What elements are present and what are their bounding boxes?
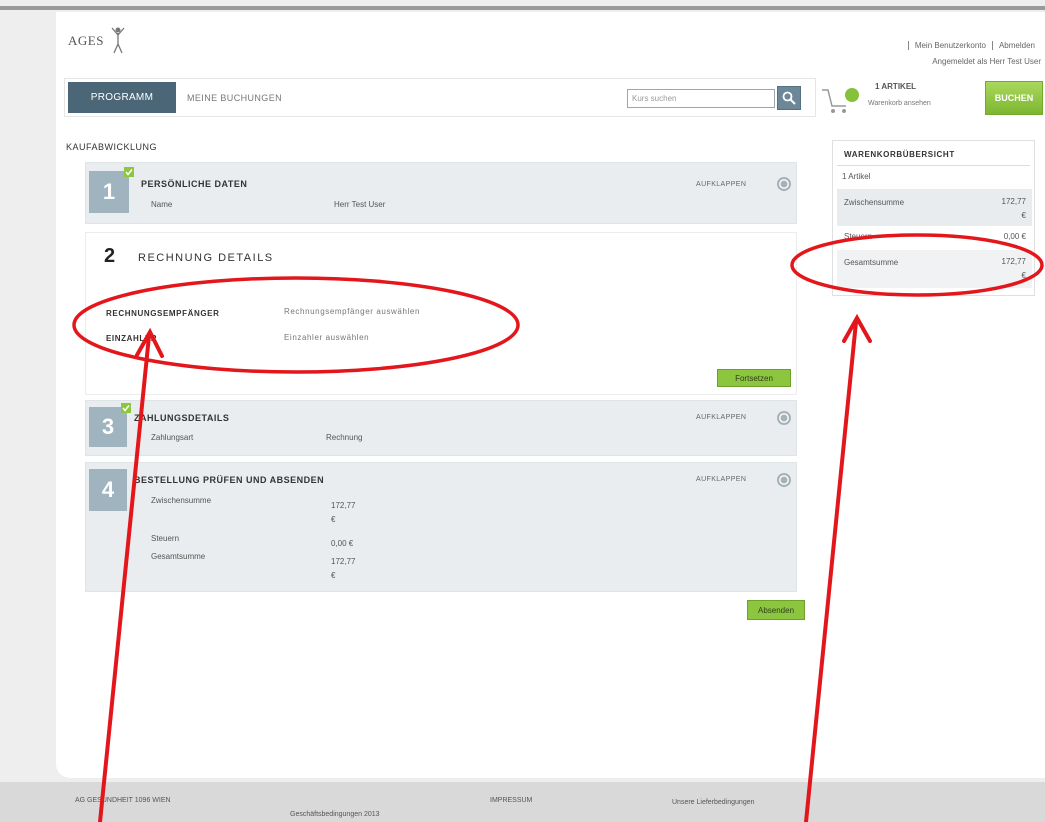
tax-value: 0,00 € (331, 539, 354, 548)
expand-toggle-label[interactable]: AUFKLAPPEN (696, 181, 746, 188)
step-personal-data: 1 PERSÖNLICHE DATEN Name Herr Test User … (85, 162, 797, 224)
continue-button[interactable]: Fortsetzen (717, 369, 791, 387)
expand-icon[interactable] (776, 176, 792, 192)
payer-select[interactable]: Einzahler auswählen (284, 333, 369, 342)
page-footer: AG GESUNDHEIT 1096 WIEN IMPRESSUM Unsere… (0, 782, 1045, 822)
cart-summary-item-count: 1 Artikel (842, 172, 871, 181)
top-border-line (0, 6, 1045, 10)
check-icon (121, 403, 131, 413)
expand-icon[interactable] (776, 410, 792, 426)
footer-address: AG GESUNDHEIT 1096 WIEN (75, 797, 171, 804)
row-label: Zahlungsart (151, 433, 194, 442)
summary-value: 0,00 € (1003, 232, 1026, 241)
search-icon (782, 91, 796, 105)
payer-label: EINZAHLER (106, 334, 158, 343)
step-billing-details: 2 RECHNUNG DETAILS RECHNUNGSEMPFÄNGER Re… (85, 232, 797, 395)
expand-toggle-label[interactable]: AUFKLAPPEN (696, 476, 746, 483)
summary-row-subtotal: Zwischensumme 172,77 € (837, 189, 1032, 226)
total-value: 172,77 € (331, 557, 356, 580)
summary-row-total: Gesamtsumme 172,77 € (837, 250, 1032, 288)
my-bookings-link[interactable]: MEINE BUCHUNGEN (187, 93, 282, 103)
divider (837, 165, 1030, 166)
footer-imprint-link[interactable]: IMPRESSUM (490, 797, 532, 804)
logout-link[interactable]: Abmelden (991, 41, 1041, 50)
billing-recipient-select[interactable]: Rechnungsempfänger auswählen (284, 307, 420, 316)
step-title: RECHNUNG DETAILS (138, 252, 274, 264)
summary-row-tax: Steuern 0,00 € (837, 228, 1032, 248)
logo-figure-icon (111, 26, 125, 56)
subtotal-label: Zwischensumme (151, 496, 212, 505)
site-logo[interactable]: AGES (68, 33, 104, 49)
step-payment-details: 3 ZAHLUNGSDETAILS Zahlungsart Rechnung A… (85, 400, 797, 456)
cart-summary: WARENKORBÜBERSICHT 1 Artikel Zwischensum… (832, 140, 1035, 296)
expand-toggle-label[interactable]: AUFKLAPPEN (696, 414, 746, 421)
step-number: 1 (102, 179, 116, 204)
footer-terms-link[interactable]: Unsere Lieferbedingungen (672, 799, 755, 806)
step-review-and-submit: 4 BESTELLUNG PRÜFEN UND ABSENDEN Zwische… (85, 462, 797, 592)
summary-label: Zwischensumme (844, 198, 905, 207)
page-title: KAUFABWICKLUNG (66, 142, 158, 152)
account-links: Mein Benutzerkonto Abmelden (907, 41, 1041, 50)
cart-summary-title: WARENKORBÜBERSICHT (844, 150, 955, 159)
step-title: PERSÖNLICHE DATEN (141, 179, 248, 189)
tax-label: Steuern (151, 534, 180, 543)
cart-item-count: 1 ARTIKEL (875, 82, 917, 91)
step-number-badge: 3 (89, 407, 127, 447)
submit-order-button[interactable]: Absenden (747, 600, 805, 620)
billing-recipient-label: RECHNUNGSEMPFÄNGER (106, 309, 220, 318)
summary-label: Steuern (844, 232, 873, 241)
summary-value: 172,77 € (1001, 257, 1026, 280)
logged-in-user-text: Angemeldet als Herr Test User (932, 57, 1041, 66)
row-label: Name (151, 200, 173, 209)
page-sheet (56, 12, 1045, 778)
step-title: ZAHLUNGSDETAILS (134, 413, 230, 423)
row-value: Rechnung (326, 433, 363, 442)
subtotal-value: 172,77 € (331, 501, 356, 524)
program-button[interactable]: PROGRAMM (68, 82, 176, 113)
step-number-badge: 4 (89, 469, 127, 511)
search-input[interactable] (627, 89, 775, 108)
check-icon (124, 167, 134, 177)
step-number-badge: 1 (89, 171, 129, 213)
step-number: 3 (101, 414, 115, 439)
summary-value: 172,77 € (1001, 197, 1026, 220)
book-button[interactable]: BUCHEN (985, 81, 1043, 115)
account-link[interactable]: Mein Benutzerkonto (907, 41, 992, 50)
expand-icon[interactable] (776, 472, 792, 488)
search-button[interactable] (777, 86, 801, 110)
view-cart-link[interactable]: Warenkorb ansehen (868, 100, 931, 107)
footer-general-terms[interactable]: Geschäftsbedingungen 2013 (290, 811, 380, 818)
cart-icon[interactable] (820, 82, 864, 120)
step-number: 4 (101, 477, 115, 502)
step-title: BESTELLUNG PRÜFEN UND ABSENDEN (134, 475, 325, 485)
step-number: 2 (104, 245, 116, 267)
summary-label: Gesamtsumme (844, 258, 899, 267)
row-value: Herr Test User (334, 200, 386, 209)
total-label: Gesamtsumme (151, 552, 206, 561)
